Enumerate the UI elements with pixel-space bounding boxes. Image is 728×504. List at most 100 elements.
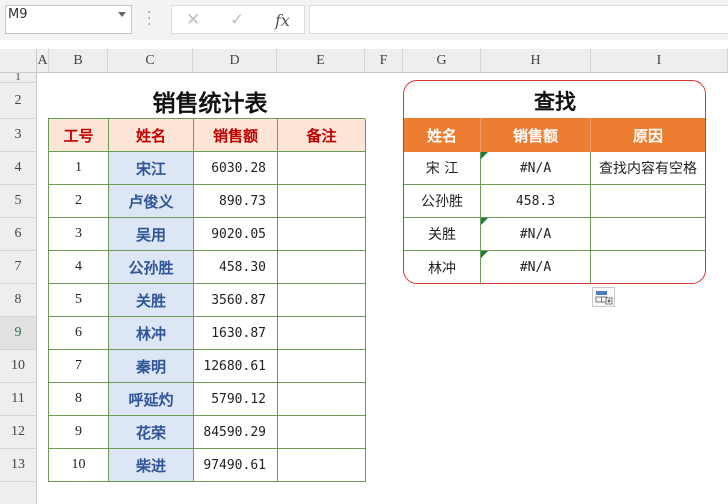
insert-function-icon[interactable]: fx (275, 11, 290, 30)
lookup-cell-amount[interactable]: #N/A (481, 152, 591, 185)
lookup-cell-name[interactable]: 宋 江 (404, 152, 481, 185)
row-header-3[interactable]: 3 (0, 119, 37, 152)
column-header-d[interactable]: D (193, 49, 277, 73)
sales-cell-amount[interactable]: 1630.87 (194, 317, 278, 350)
sales-cell-name[interactable]: 柴进 (109, 449, 194, 482)
row-header-9[interactable]: 9 (0, 317, 37, 350)
chevron-down-icon[interactable] (118, 12, 126, 17)
sales-cell-amount[interactable]: 458.30 (194, 251, 278, 284)
sales-cell-amount[interactable]: 9020.05 (194, 218, 278, 251)
column-header-i[interactable]: I (591, 49, 728, 73)
formula-input[interactable] (309, 5, 728, 34)
row-header-13[interactable]: 13 (0, 449, 37, 482)
column-header-c[interactable]: C (108, 49, 193, 73)
sales-cell-note[interactable] (278, 185, 366, 218)
sales-cell-id[interactable]: 10 (49, 449, 109, 482)
enter-icon[interactable]: ✓ (230, 10, 244, 30)
paste-options-icon (595, 291, 613, 305)
sales-cell-id[interactable]: 8 (49, 383, 109, 416)
lookup-cell-name[interactable]: 林冲 (404, 251, 481, 284)
lookup-cell-name[interactable]: 公孙胜 (404, 185, 481, 218)
sales-cell-name[interactable]: 花荣 (109, 416, 194, 449)
sales-cell-id[interactable]: 3 (49, 218, 109, 251)
sales-cell-id[interactable]: 4 (49, 251, 109, 284)
sales-cell-note[interactable] (278, 218, 366, 251)
sales-cell-note[interactable] (278, 416, 366, 449)
header-name[interactable]: 姓名 (109, 119, 194, 152)
lookup-cell-name-text: 公孙胜 (421, 194, 463, 210)
sales-cell-name[interactable]: 关胜 (109, 284, 194, 317)
paste-options-button[interactable] (592, 287, 615, 307)
row-header-8[interactable]: 8 (0, 284, 37, 317)
sales-cell-id[interactable]: 6 (49, 317, 109, 350)
lookup-cell-name[interactable]: 关胜 (404, 218, 481, 251)
lookup-cell-reason[interactable] (591, 185, 705, 218)
row-header-4[interactable]: 4 (0, 152, 37, 185)
error-indicator-icon[interactable] (481, 152, 488, 159)
sales-cell-amount[interactable]: 12680.61 (194, 350, 278, 383)
sales-cell-id[interactable]: 7 (49, 350, 109, 383)
sales-cell-note[interactable] (278, 251, 366, 284)
header-id[interactable]: 工号 (49, 119, 109, 152)
sales-cell-name[interactable]: 宋江 (109, 152, 194, 185)
sales-cell-note[interactable] (278, 152, 366, 185)
sales-cell-amount[interactable]: 84590.29 (194, 416, 278, 449)
row-header-5[interactable]: 5 (0, 185, 37, 218)
sales-cell-id[interactable]: 5 (49, 284, 109, 317)
sales-cell-name[interactable]: 卢俊义 (109, 185, 194, 218)
column-header-f[interactable]: F (365, 49, 403, 73)
row-header-14[interactable] (0, 482, 37, 504)
sales-cell-amount[interactable]: 5790.12 (194, 383, 278, 416)
lookup-cell-amount-text: 458.3 (515, 193, 556, 209)
header-note[interactable]: 备注 (278, 119, 366, 152)
lookup-cell-name-text: 关胜 (428, 227, 456, 243)
column-header-h[interactable]: H (481, 49, 591, 73)
sales-cell-amount[interactable]: 3560.87 (194, 284, 278, 317)
lookup-cell-reason[interactable] (591, 218, 705, 251)
sales-cell-name[interactable]: 林冲 (109, 317, 194, 350)
row-header-2[interactable]: 2 (0, 83, 37, 119)
drag-handle-icon[interactable]: · · · (147, 6, 151, 32)
sales-cell-amount[interactable]: 6030.28 (194, 152, 278, 185)
select-all-button[interactable] (0, 49, 37, 73)
sales-cell-note[interactable] (278, 317, 366, 350)
sales-cell-note[interactable] (278, 284, 366, 317)
sales-cell-name[interactable]: 秦明 (109, 350, 194, 383)
sales-cell-id[interactable]: 1 (49, 152, 109, 185)
error-indicator-icon[interactable] (481, 251, 488, 258)
cancel-icon[interactable]: ✕ (186, 10, 200, 30)
lookup-header-name[interactable]: 姓名 (404, 118, 481, 152)
column-header-e[interactable]: E (277, 49, 365, 73)
row-header-11[interactable]: 11 (0, 383, 37, 416)
sales-cell-name[interactable]: 吴用 (109, 218, 194, 251)
sales-cell-id[interactable]: 9 (49, 416, 109, 449)
row-header-1[interactable]: 1 (0, 72, 37, 83)
sales-cell-name[interactable]: 呼延灼 (109, 383, 194, 416)
row-header-7[interactable]: 7 (0, 251, 37, 284)
sales-cell-note[interactable] (278, 350, 366, 383)
lookup-header-reason[interactable]: 原因 (591, 118, 705, 152)
lookup-cell-amount[interactable]: #N/A (481, 251, 591, 284)
lookup-cell-reason[interactable] (591, 251, 705, 284)
sales-cell-amount[interactable]: 890.73 (194, 185, 278, 218)
sales-cell-id[interactable]: 2 (49, 185, 109, 218)
formula-buttons: ✕ ✓ fx (171, 5, 305, 34)
lookup-cell-amount[interactable]: #N/A (481, 218, 591, 251)
column-header-g[interactable]: G (403, 49, 481, 73)
lookup-table: 姓名 销售额 原因 宋 江 #N/A 查找内容有空格 公孙胜 458.3 关胜 #N/A 林冲… (404, 118, 705, 284)
lookup-header-amount[interactable]: 销售额 (481, 118, 591, 152)
lookup-cell-amount[interactable]: 458.3 (481, 185, 591, 218)
row-header-6[interactable]: 6 (0, 218, 37, 251)
row-header-12[interactable]: 12 (0, 416, 37, 449)
column-header-a[interactable]: A (37, 49, 49, 73)
column-header-b[interactable]: B (49, 49, 108, 73)
name-box-value: M9 (8, 7, 28, 22)
lookup-cell-reason[interactable]: 查找内容有空格 (591, 152, 705, 185)
sales-cell-note[interactable] (278, 383, 366, 416)
error-indicator-icon[interactable] (481, 218, 488, 225)
sales-cell-name[interactable]: 公孙胜 (109, 251, 194, 284)
row-header-10[interactable]: 10 (0, 350, 37, 383)
header-amount[interactable]: 销售额 (194, 119, 278, 152)
sales-cell-note[interactable] (278, 449, 366, 482)
sales-cell-amount[interactable]: 97490.61 (194, 449, 278, 482)
